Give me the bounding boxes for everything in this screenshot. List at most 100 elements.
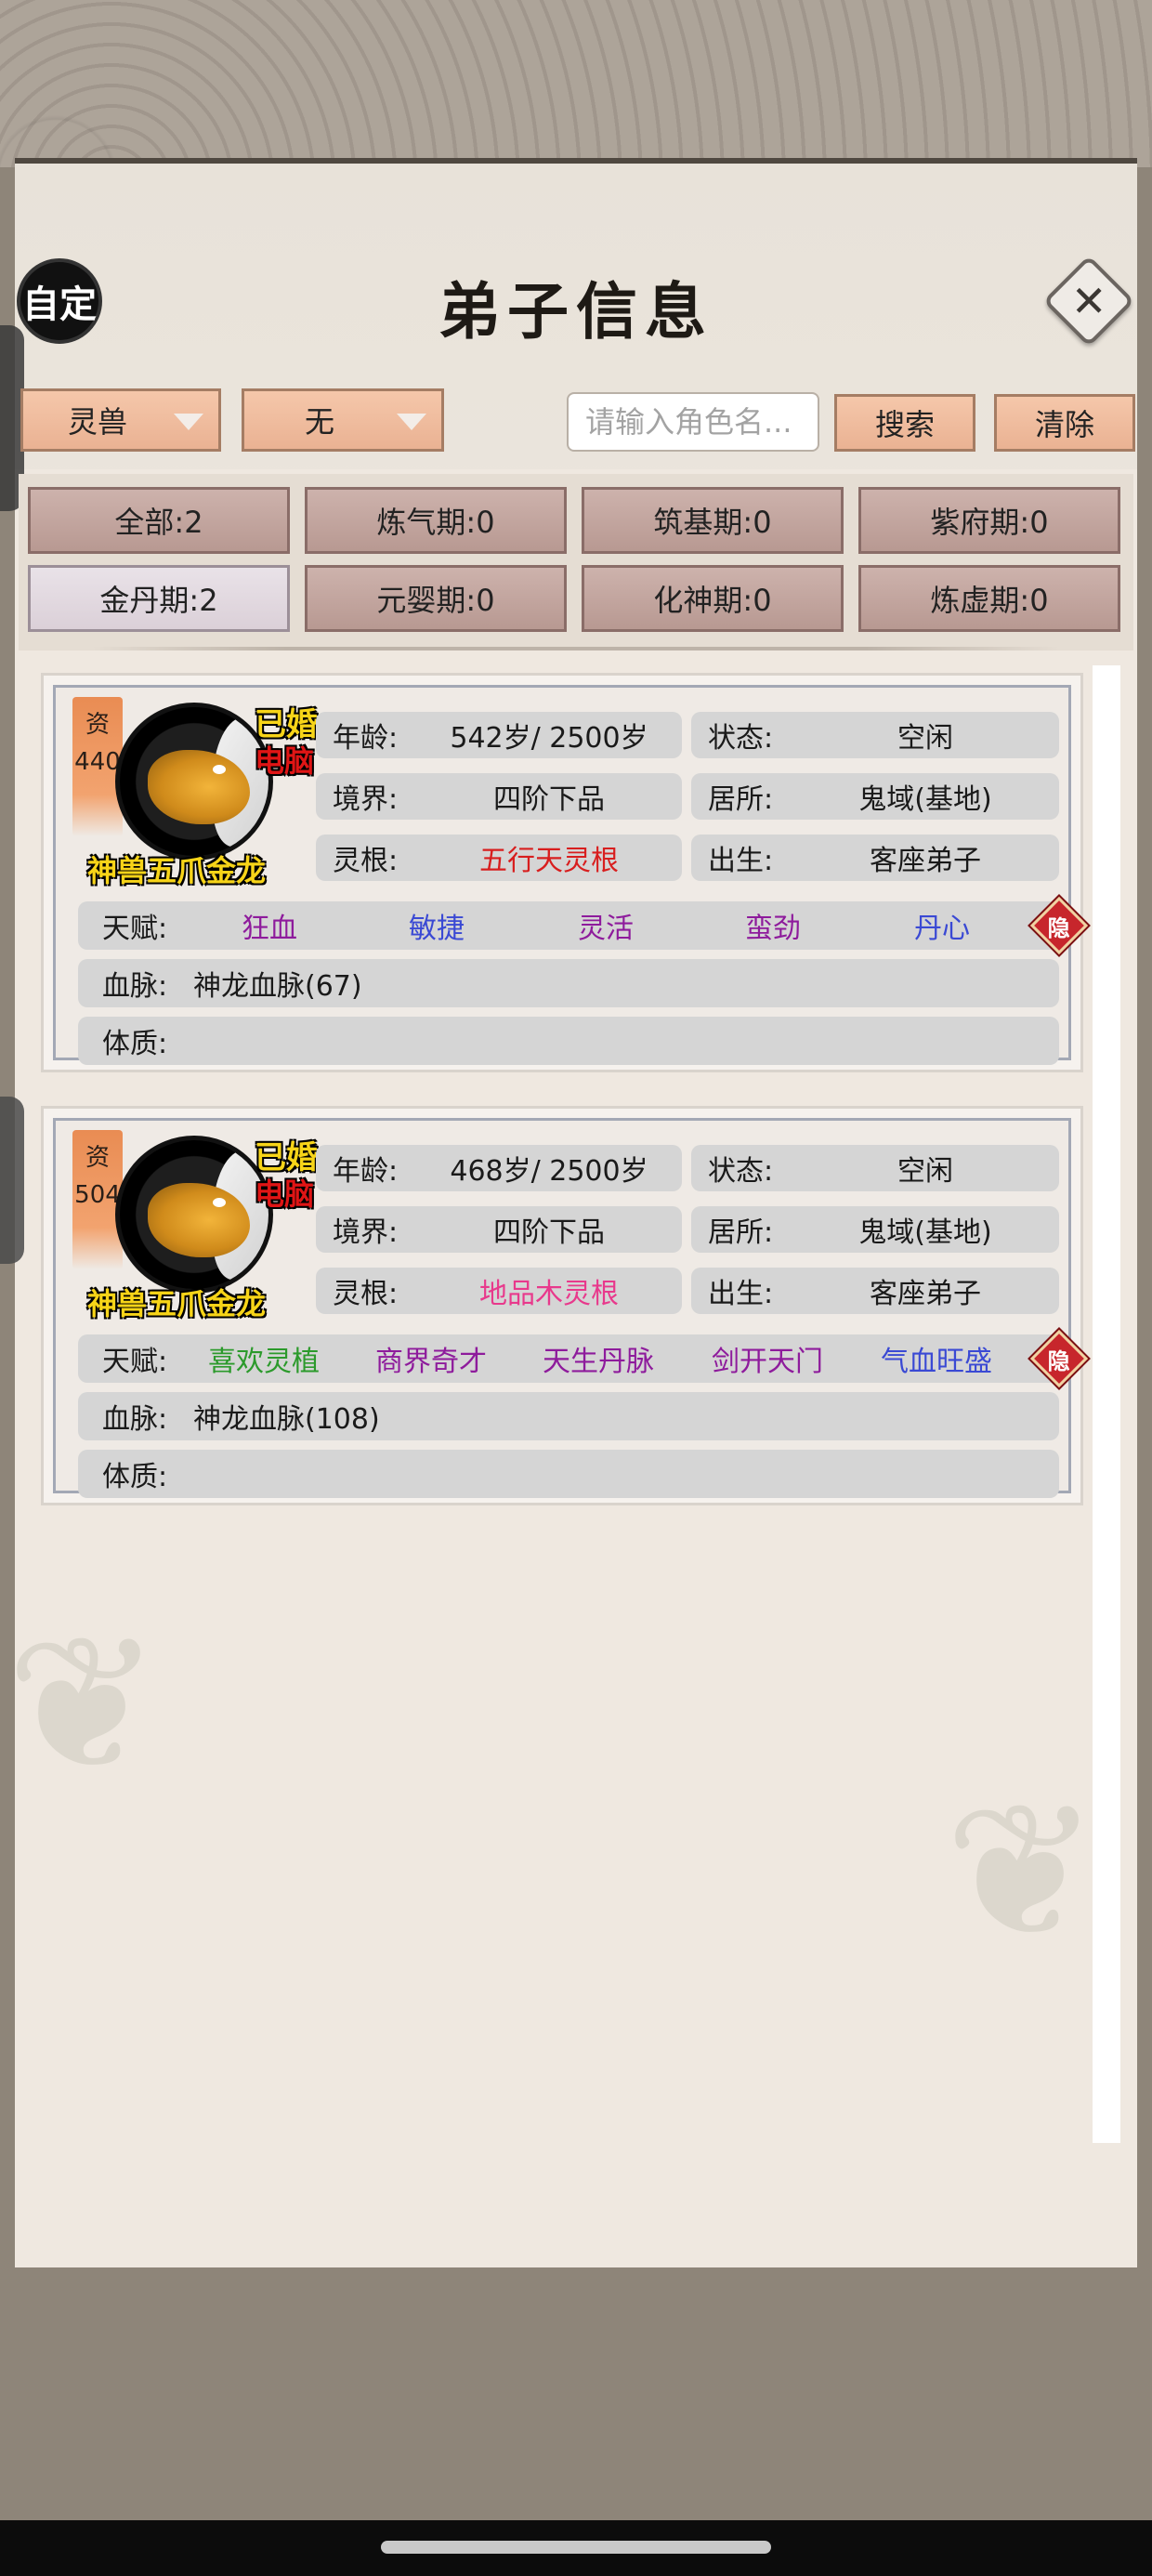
physique-row: 体质: [78, 1450, 1059, 1498]
level-tab-nascent-soul[interactable]: 元婴期:0 [305, 565, 567, 632]
spirit-root-value: 地品木灵根 [479, 1278, 619, 1310]
realm-value: 四阶下品 [493, 1216, 605, 1249]
spirit-root-field: 灵根: 地品木灵根 [316, 1268, 682, 1314]
disciple-card-inner: 资 504 已婚 电脑 神兽五爪金龙 年龄: 468岁/ 2500岁 状态: 空… [53, 1118, 1089, 1498]
talent-label: 天赋: [102, 1346, 168, 1378]
talent-item[interactable]: 灵活 [578, 905, 634, 946]
residence-field: 居所: 鬼域(基地) [691, 773, 1059, 820]
age-field: 年龄: 468岁/ 2500岁 [316, 1145, 682, 1191]
level-tab-golden-core[interactable]: 金丹期:2 [28, 565, 290, 632]
talent-item[interactable]: 丹心 [914, 905, 970, 946]
residence-label: 居所: [708, 1216, 774, 1249]
origin-value: 客座弟子 [870, 845, 981, 877]
talent-item[interactable]: 气血旺盛 [881, 1338, 992, 1379]
disciple-card[interactable]: 资 504 已婚 电脑 神兽五爪金龙 年龄: 468岁/ 2500岁 状态: 空… [41, 1106, 1089, 1505]
level-tab-spirit-transform[interactable]: 化神期:0 [582, 565, 844, 632]
realm-field: 境界: 四阶下品 [316, 773, 682, 820]
close-icon: ✕ [1070, 275, 1107, 326]
close-button[interactable]: ✕ [1042, 255, 1135, 348]
chevron-down-icon [174, 414, 203, 430]
spirit-root-value: 五行天灵根 [479, 845, 619, 877]
spirit-root-label: 灵根: [333, 1278, 399, 1310]
status-value: 空闲 [897, 1155, 953, 1188]
controller-badge: 电脑 [255, 1176, 315, 1212]
page-title: 弟子信息 [439, 275, 713, 348]
type-dropdown[interactable]: 灵兽 [20, 388, 221, 452]
status-label: 状态: [708, 722, 774, 755]
talent-item[interactable]: 喜欢灵植 [208, 1338, 320, 1379]
residence-value: 鬼域(基地) [858, 783, 992, 816]
age-label: 年龄: [333, 722, 399, 755]
age-value: 542岁/ 2500岁 [450, 722, 648, 755]
status-label: 状态: [708, 1155, 774, 1188]
section-divider [93, 647, 1059, 651]
spirit-root-field: 灵根: 五行天灵根 [316, 835, 682, 881]
bloodline-value: 神龙血脉(108) [193, 1403, 380, 1436]
residence-value: 鬼域(基地) [858, 1216, 992, 1249]
level-tab-qi-refining[interactable]: 炼气期:0 [305, 487, 567, 554]
aptitude-tag: 资 440 [72, 697, 123, 836]
home-indicator[interactable] [381, 2541, 771, 2554]
search-input[interactable] [567, 392, 819, 452]
disciple-name: 神兽五爪金龙 [87, 1286, 267, 1321]
residence-field: 居所: 鬼域(基地) [691, 1206, 1059, 1253]
level-tab-purple-mansion[interactable]: 紫府期:0 [858, 487, 1120, 554]
talent-row: 天赋: 喜欢灵植 商界奇才 天生丹脉 剑开天门 气血旺盛 [78, 1334, 1059, 1383]
hide-icon: 隐 [1048, 1347, 1070, 1374]
residence-label: 居所: [708, 783, 774, 816]
aptitude-label: 资 [85, 1144, 110, 1172]
bloodline-label: 血脉: [102, 970, 168, 1003]
age-label: 年龄: [333, 1155, 399, 1188]
custom-button[interactable]: 自定 [17, 258, 102, 344]
level-tab-all[interactable]: 全部:2 [28, 487, 290, 554]
bamboo-decoration-left: ❦ [6, 1597, 162, 1813]
aptitude-label: 资 [85, 711, 110, 739]
origin-label: 出生: [708, 1278, 774, 1310]
talent-item[interactable]: 敏捷 [409, 905, 465, 946]
controller-badge: 电脑 [255, 743, 315, 779]
level-tab-foundation[interactable]: 筑基期:0 [582, 487, 844, 554]
physique-label: 体质: [102, 1461, 168, 1493]
realm-label: 境界: [333, 1216, 399, 1249]
disciple-card[interactable]: 资 440 已婚 电脑 神兽五爪金龙 年龄: 542岁/ 2500岁 状态: 空… [41, 673, 1089, 1072]
origin-field: 出生: 客座弟子 [691, 1268, 1059, 1314]
avatar-area[interactable]: 资 504 已婚 电脑 神兽五爪金龙 [69, 1126, 320, 1321]
age-value: 468岁/ 2500岁 [450, 1155, 648, 1188]
sub-dropdown[interactable]: 无 [242, 388, 444, 452]
talent-item[interactable]: 狂血 [242, 905, 297, 946]
bamboo-decoration-right: ❦ [944, 1764, 1100, 1980]
realm-field: 境界: 四阶下品 [316, 1206, 682, 1253]
scrollbar-track[interactable] [1093, 665, 1120, 2143]
talent-item[interactable]: 剑开天门 [712, 1338, 823, 1379]
disciple-card-inner: 资 440 已婚 电脑 神兽五爪金龙 年龄: 542岁/ 2500岁 状态: 空… [53, 685, 1089, 1065]
dragon-avatar [115, 703, 273, 861]
bloodline-value: 神龙血脉(67) [193, 970, 362, 1003]
origin-field: 出生: 客座弟子 [691, 835, 1059, 881]
talent-row: 天赋: 狂血 敏捷 灵活 蛮劲 丹心 [78, 901, 1059, 950]
aptitude-tag: 资 504 [72, 1130, 123, 1269]
realm-value: 四阶下品 [493, 783, 605, 816]
origin-label: 出生: [708, 845, 774, 877]
physique-row: 体质: [78, 1017, 1059, 1065]
physique-label: 体质: [102, 1028, 168, 1060]
spirit-root-label: 灵根: [333, 845, 399, 877]
talent-item[interactable]: 商界奇才 [375, 1338, 487, 1379]
realm-label: 境界: [333, 783, 399, 816]
bloodline-row: 血脉: 神龙血脉(108) [78, 1392, 1059, 1440]
dragon-avatar [115, 1136, 273, 1294]
disciple-name: 神兽五爪金龙 [87, 853, 267, 888]
talent-item[interactable]: 蛮劲 [745, 905, 801, 946]
search-button[interactable]: 搜索 [834, 394, 975, 452]
status-value: 空闲 [897, 722, 953, 755]
status-field: 状态: 空闲 [691, 712, 1059, 758]
clear-button[interactable]: 清除 [994, 394, 1135, 452]
avatar-area[interactable]: 资 440 已婚 电脑 神兽五爪金龙 [69, 693, 320, 888]
background-wave-pattern [0, 0, 1152, 167]
status-field: 状态: 空闲 [691, 1145, 1059, 1191]
level-tab-void-refining[interactable]: 炼虚期:0 [858, 565, 1120, 632]
origin-value: 客座弟子 [870, 1278, 981, 1310]
hide-icon: 隐 [1048, 914, 1070, 941]
age-field: 年龄: 542岁/ 2500岁 [316, 712, 682, 758]
side-drawer-handle-bottom[interactable] [0, 1097, 24, 1264]
talent-item[interactable]: 天生丹脉 [543, 1338, 654, 1379]
